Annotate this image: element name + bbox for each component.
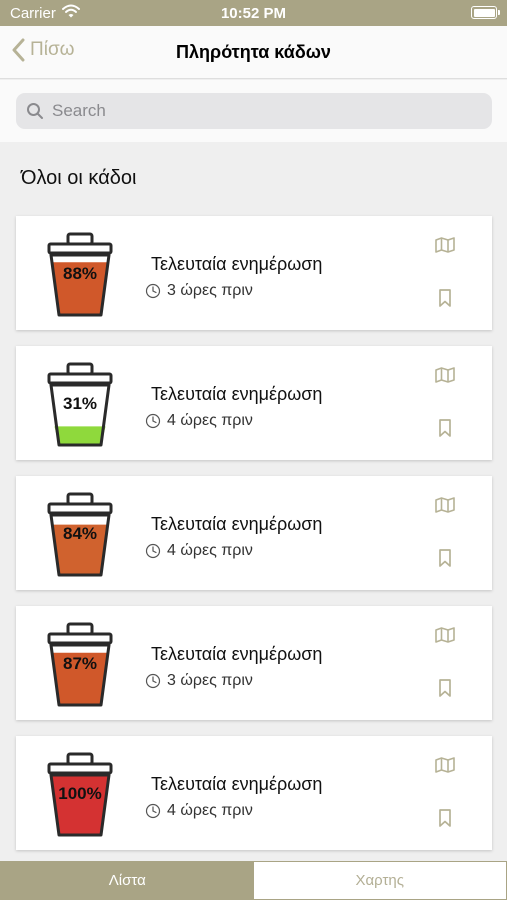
clock-icon: [145, 283, 161, 299]
map-icon[interactable]: [434, 756, 456, 779]
bin-card[interactable]: 87% Τελευταία ενημέρωση 3 ώρες πριν: [16, 606, 492, 720]
tab-list[interactable]: Λίστα: [1, 862, 254, 899]
fill-percentage: 31%: [62, 394, 98, 413]
fill-percentage: 88%: [62, 264, 98, 283]
trash-bin-icon: 31%: [46, 361, 114, 449]
time-ago: 4 ώρες πριν: [145, 542, 253, 560]
map-icon[interactable]: [434, 626, 456, 649]
map-icon[interactable]: [434, 366, 456, 389]
bookmark-icon[interactable]: [438, 288, 452, 313]
search-input[interactable]: [52, 101, 472, 121]
clock-icon: [145, 543, 161, 559]
clock-time: 10:52 PM: [220, 5, 287, 22]
navigation-bar: Πίσω Πληρότητα κάδων: [0, 26, 507, 79]
trash-bin-icon: 100%: [46, 751, 114, 839]
section-title: Όλοι οι κάδοι: [21, 167, 137, 189]
bin-card[interactable]: 100% Τελευταία ενημέρωση 4 ώρες πριν: [16, 736, 492, 850]
last-update-label: Τελευταία ενημέρωση: [151, 514, 323, 534]
status-bar: Carrier 10:52 PM: [0, 0, 507, 26]
time-ago-text: 3 ώρες πριν: [167, 672, 253, 689]
bin-card[interactable]: 88% Τελευταία ενημέρωση 3 ώρες πριν: [16, 216, 492, 330]
time-ago: 3 ώρες πριν: [145, 672, 253, 690]
time-ago: 4 ώρες πριν: [145, 412, 253, 430]
map-icon[interactable]: [434, 496, 456, 519]
tab-map[interactable]: Χαρτης: [253, 862, 506, 899]
trash-bin-icon: 84%: [46, 491, 114, 579]
last-update-label: Τελευταία ενημέρωση: [151, 644, 323, 664]
time-ago-text: 4 ώρες πριν: [167, 412, 253, 429]
search-icon: [27, 103, 43, 119]
bookmark-icon[interactable]: [438, 548, 452, 573]
page-title: Πληρότητα κάδων: [176, 42, 331, 62]
fill-percentage: 87%: [62, 654, 98, 673]
time-ago-text: 4 ώρες πριν: [167, 542, 253, 559]
tab-bar: Λίστα Χαρτης: [0, 861, 507, 900]
bin-card[interactable]: 31% Τελευταία ενημέρωση 4 ώρες πριν: [16, 346, 492, 460]
fill-percentage: 84%: [62, 524, 98, 543]
search-area: [0, 80, 507, 142]
bin-list: 88% Τελευταία ενημέρωση 3 ώρες πριν 31% …: [16, 216, 492, 866]
battery-icon: [471, 6, 500, 19]
map-icon[interactable]: [434, 236, 456, 259]
bin-card[interactable]: 84% Τελευταία ενημέρωση 4 ώρες πριν: [16, 476, 492, 590]
time-ago: 3 ώρες πριν: [145, 282, 253, 300]
clock-icon: [145, 803, 161, 819]
bookmark-icon[interactable]: [438, 418, 452, 443]
time-ago-text: 3 ώρες πριν: [167, 282, 253, 299]
search-bar[interactable]: [16, 93, 492, 129]
time-ago: 4 ώρες πριν: [145, 802, 253, 820]
last-update-label: Τελευταία ενημέρωση: [151, 254, 323, 274]
bookmark-icon[interactable]: [438, 808, 452, 833]
bookmark-icon[interactable]: [438, 678, 452, 703]
fill-percentage: 100%: [58, 784, 102, 803]
last-update-label: Τελευταία ενημέρωση: [151, 384, 323, 404]
last-update-label: Τελευταία ενημέρωση: [151, 774, 323, 794]
bin-fill: [54, 426, 106, 445]
clock-icon: [145, 413, 161, 429]
trash-bin-icon: 87%: [46, 621, 114, 709]
clock-icon: [145, 673, 161, 689]
time-ago-text: 4 ώρες πριν: [167, 802, 253, 819]
trash-bin-icon: 88%: [46, 231, 114, 319]
